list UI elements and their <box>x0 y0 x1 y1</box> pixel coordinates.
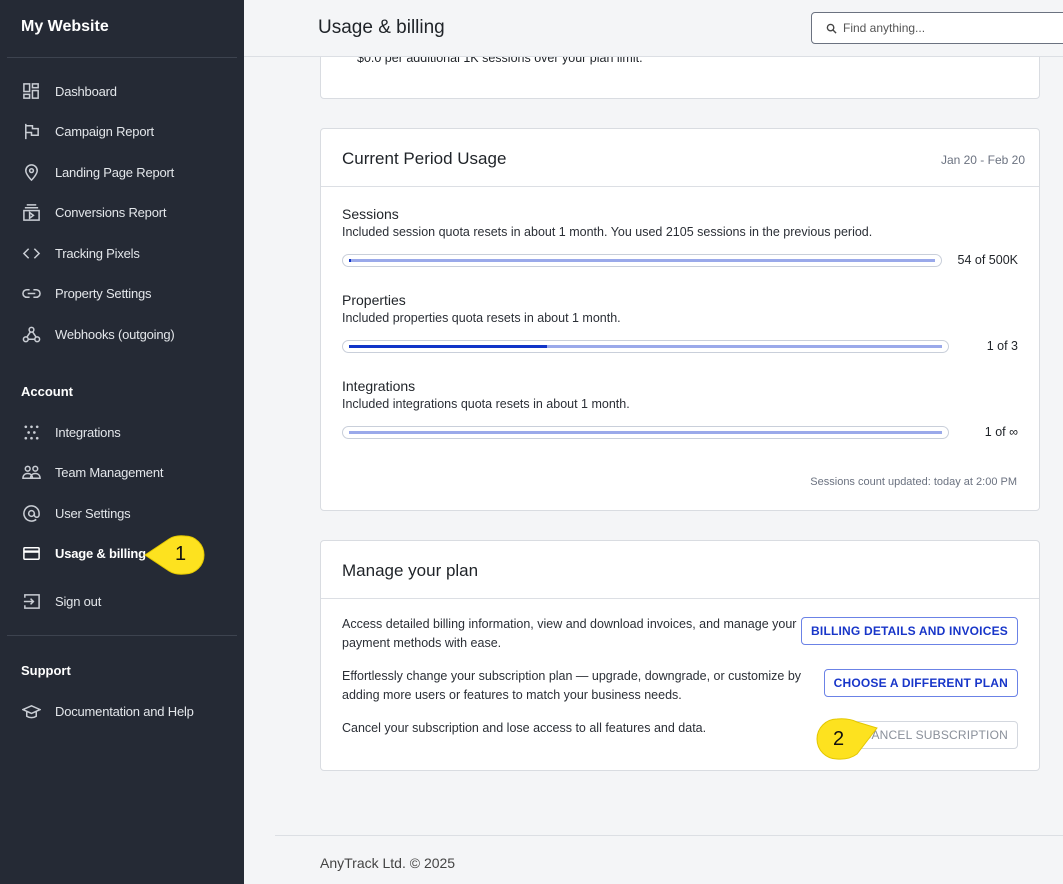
search-placeholder: Find anything... <box>843 21 926 35</box>
sidebar-item-landing-page-report[interactable]: Landing Page Report <box>0 158 244 186</box>
sidebar-item-label: Property Settings <box>55 285 152 301</box>
webhook-icon <box>22 326 41 342</box>
sidebar-item-label: Webhooks (outgoing) <box>55 326 175 342</box>
progress-track <box>349 345 942 348</box>
divider <box>7 57 237 58</box>
choose-plan-button[interactable]: CHOOSE A DIFFERENT PLAN <box>823 669 1018 697</box>
dots-icon <box>24 424 39 440</box>
billing-details-button[interactable]: BILLING DETAILS AND INVOICES <box>801 617 1018 645</box>
progress-track <box>349 259 935 262</box>
metric-integrations: Integrations Included integrations quota… <box>342 378 1018 439</box>
annotation-callout-1: 1 <box>143 535 207 575</box>
team-icon <box>22 465 41 479</box>
page-header: Usage & billing Find anything... <box>244 0 1063 57</box>
section-title-account: Account <box>21 384 73 399</box>
sidebar-item-conversions-report[interactable]: Conversions Report <box>0 198 244 226</box>
sidebar-item-webhooks[interactable]: Webhooks (outgoing) <box>0 320 244 348</box>
location-pin-icon <box>25 163 38 181</box>
divider <box>7 635 237 636</box>
sidebar-item-user-settings[interactable]: User Settings <box>0 499 244 527</box>
metric-properties: Properties Included properties quota res… <box>342 292 1018 353</box>
sidebar-item-label: Documentation and Help <box>55 703 194 719</box>
dashboard-icon <box>23 82 39 99</box>
metric-name: Integrations <box>342 378 416 394</box>
card-header: Current Period Usage Jan 20 - Feb 20 <box>321 129 1039 187</box>
usage-card: Current Period Usage Jan 20 - Feb 20 Ses… <box>320 128 1040 511</box>
credit-card-icon <box>23 546 40 560</box>
search-icon <box>826 23 837 34</box>
plan-row-billing: Access detailed billing information, vie… <box>342 615 1018 653</box>
footer: AnyTrack Ltd. © 2025 <box>275 835 1063 871</box>
progress-track <box>349 431 942 434</box>
brand-title: My Website <box>21 18 109 35</box>
manage-plan-card: Manage your plan Access detailed billing… <box>320 540 1040 771</box>
progress-bar <box>342 340 949 353</box>
card-title: Manage your plan <box>342 561 479 580</box>
plan-row-cancel: Cancel your subscription and lose access… <box>342 719 1018 749</box>
sidebar-item-label: Integrations <box>55 424 121 440</box>
sidebar-item-property-settings[interactable]: Property Settings <box>0 279 244 307</box>
sidebar-item-label: Team Management <box>55 464 164 480</box>
sidebar-item-team-management[interactable]: Team Management <box>0 458 244 486</box>
metric-description: Included properties quota resets in abou… <box>342 311 621 325</box>
metric-description: Included session quota resets in about 1… <box>342 225 873 239</box>
sidebar-item-label: Landing Page Report <box>55 164 175 180</box>
progress-bar <box>342 426 949 439</box>
sidebar-item-usage-billing[interactable]: Usage & billing <box>0 539 244 567</box>
metric-value: 1 of 3 <box>986 339 1018 353</box>
card-title: Current Period Usage <box>342 149 507 168</box>
annotation-number: 2 <box>833 728 845 750</box>
metric-value: 1 of ∞ <box>984 425 1018 439</box>
sidebar-item-label: Conversions Report <box>55 204 167 220</box>
sidebar-item-tracking-pixels[interactable]: Tracking Pixels <box>0 239 244 267</box>
sidebar-item-label: Usage & billing <box>55 545 146 561</box>
code-icon <box>22 247 41 259</box>
plan-row-text: Effortlessly change your subscription pl… <box>342 669 802 702</box>
card-header: Manage your plan <box>321 541 1039 599</box>
metric-name: Properties <box>342 292 406 308</box>
at-icon <box>23 504 40 522</box>
sidebar-item-documentation[interactable]: Documentation and Help <box>0 697 244 725</box>
period-range: Jan 20 - Feb 20 <box>940 153 1025 167</box>
copyright: AnyTrack Ltd. © 2025 <box>320 855 456 871</box>
plan-row-change: Effortlessly change your subscription pl… <box>342 667 1018 705</box>
metric-sessions: Sessions Included session quota resets i… <box>342 206 1018 267</box>
sidebar-item-campaign-report[interactable]: Campaign Report <box>0 117 244 145</box>
link-icon <box>22 288 41 298</box>
sidebar-item-sign-out[interactable]: Sign out <box>0 587 244 615</box>
sidebar-item-integrations[interactable]: Integrations <box>0 418 244 446</box>
video-stack-icon <box>23 203 40 221</box>
flag-icon <box>25 123 39 139</box>
progress-fill <box>349 345 547 348</box>
plan-row-text: Cancel your subscription and lose access… <box>342 721 707 735</box>
progress-fill <box>349 259 351 262</box>
sign-out-icon <box>23 593 40 609</box>
annotation-number: 1 <box>175 543 187 565</box>
metric-description: Included integrations quota resets in ab… <box>342 397 630 411</box>
metric-name: Sessions <box>342 206 399 222</box>
page-title: Usage & billing <box>318 17 445 38</box>
progress-bar <box>342 254 942 267</box>
sessions-updated-note: Sessions count updated: today at 2:00 PM <box>810 476 1017 488</box>
sidebar: My Website Dashboard Campaign Report Lan… <box>0 0 244 884</box>
search-input[interactable]: Find anything... <box>811 12 1063 44</box>
annotation-callout-2: 2 <box>813 718 879 760</box>
metric-value: 54 of 500K <box>957 253 1018 267</box>
sidebar-item-dashboard[interactable]: Dashboard <box>0 77 244 105</box>
sidebar-item-label: Campaign Report <box>55 123 154 139</box>
sidebar-item-label: User Settings <box>55 505 131 521</box>
section-title-support: Support <box>21 663 71 678</box>
sidebar-item-label: Dashboard <box>55 83 117 99</box>
sidebar-item-label: Tracking Pixels <box>55 245 140 261</box>
sidebar-item-label: Sign out <box>55 593 102 609</box>
plan-row-text: Access detailed billing information, vie… <box>342 617 797 650</box>
graduation-cap-icon <box>22 704 41 718</box>
